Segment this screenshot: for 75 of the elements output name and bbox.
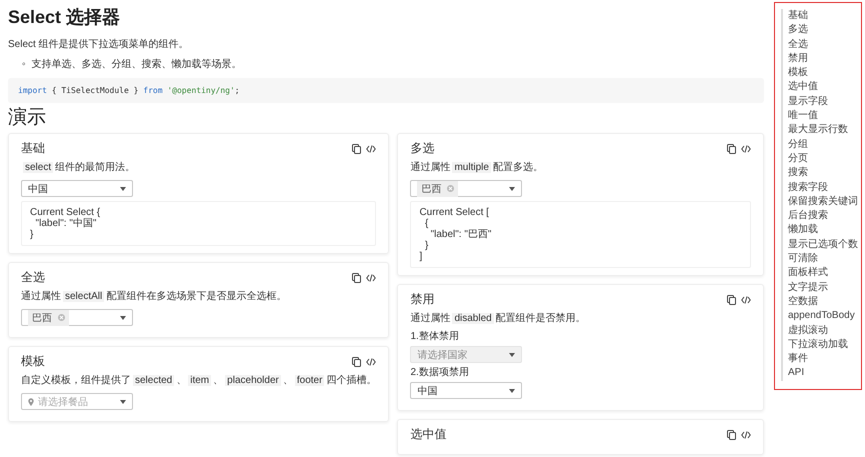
toc-link[interactable]: 保留搜索关键词 [788, 194, 859, 210]
caret-icon [120, 186, 126, 190]
bullet-text: 支持单选、多选、分组、搜索、懒加载等场景。 [32, 58, 242, 72]
caret-icon [509, 388, 516, 392]
page-title: Select 选择器 [8, 6, 122, 28]
toc-link[interactable]: 后台搜索 [788, 209, 859, 224]
card-title: 模板 [21, 353, 45, 370]
toc-link[interactable]: 文字提示 [788, 280, 859, 295]
card-title: 全选 [21, 269, 45, 286]
description-text: 通过属性 disabled 配置组件是否禁用。 [410, 312, 587, 326]
caret-icon [120, 400, 126, 404]
toc-link[interactable]: API [788, 366, 859, 381]
output-text: Current Select { "label": "中国" } [30, 207, 102, 240]
code-icon [366, 274, 376, 282]
toc-link[interactable]: 禁用 [788, 52, 859, 66]
selected-tag: 巴西 [28, 310, 69, 326]
toc-link[interactable]: appendToBody [788, 309, 859, 324]
card-title: 选中值 [410, 426, 446, 443]
caret-icon [120, 316, 126, 320]
section-heading: 演示 [8, 107, 47, 129]
card-title: 多选 [410, 140, 434, 157]
toc-link[interactable]: 分组 [788, 138, 859, 152]
description-text: 自定义模板，组件提供了 selected 、 item 、 placeholder 、 footer 四个插槽。 [21, 374, 376, 388]
toc-link[interactable]: 分页 [788, 152, 859, 166]
caret-icon [509, 186, 516, 190]
intro-text: Select 组件是提供下拉选项菜单的组件。 [8, 38, 190, 51]
code-icon [741, 430, 751, 438]
toc-link[interactable]: 搜索 [788, 166, 859, 181]
toc-link[interactable]: 选中值 [788, 80, 859, 95]
select-field[interactable]: 中国 [21, 180, 133, 197]
toc-link[interactable]: 事件 [788, 352, 859, 366]
select-field[interactable]: 中国 [410, 382, 522, 399]
toc-link[interactable]: 最大显示行数 [788, 123, 859, 138]
copy-icon [352, 144, 362, 154]
card-title: 禁用 [410, 291, 434, 308]
location-pin-icon [28, 398, 34, 406]
code-icon [366, 144, 376, 152]
card-title: 基础 [21, 140, 45, 157]
toc-link[interactable]: 显示已选项个数 [788, 238, 859, 252]
code-text: import { TiSelectModule } from '@opentiny/ng'; [18, 86, 240, 95]
toc-link[interactable]: 唯一值 [788, 109, 859, 124]
toc-link[interactable]: 面板样式 [788, 266, 859, 281]
copy-icon [352, 356, 362, 366]
toc-link[interactable]: 空数据 [788, 294, 859, 310]
select-field: 请选择国家 [410, 346, 522, 363]
field-label: 2.数据项禁用 [410, 367, 470, 379]
field-label: 1.整体禁用 [410, 331, 460, 343]
remove-icon [447, 185, 454, 192]
toc-link[interactable]: 模板 [788, 66, 859, 80]
toc-link[interactable]: 全选 [788, 38, 859, 52]
copy-icon [727, 144, 736, 154]
multi-select-field[interactable]: 巴西 [410, 180, 522, 197]
toc-link[interactable]: 显示字段 [788, 94, 859, 110]
output-text: Current Select [ { "label": "巴西" } ] [419, 207, 492, 262]
copy-icon [727, 294, 736, 304]
selected-tag: 巴西 [417, 180, 458, 196]
code-icon [366, 358, 376, 366]
toc-link[interactable]: 多选 [788, 23, 859, 38]
caret-icon [509, 352, 516, 356]
description-text: 通过属性 multiple 配置多选。 [410, 161, 544, 175]
toc-link[interactable]: 下拉滚动加载 [788, 338, 859, 352]
copy-icon [727, 430, 736, 440]
toc-link[interactable]: 虚拟滚动 [788, 324, 859, 338]
code-icon [741, 296, 751, 304]
copy-icon [352, 272, 362, 282]
toc-link[interactable]: 搜索字段 [788, 180, 859, 195]
toc-link[interactable]: 可清除 [788, 252, 859, 266]
toc-link[interactable]: 基础 [788, 9, 859, 24]
bullet-marker: ◦ [22, 58, 26, 72]
description-text: 通过属性 selectAll 配置组件在多选场景下是否显示全选框。 [21, 290, 288, 304]
multi-select-field[interactable]: 巴西 [21, 309, 133, 326]
code-icon [741, 144, 751, 152]
remove-icon [58, 314, 65, 321]
toc-link[interactable]: 懒加载 [788, 223, 859, 238]
description-text: select 组件的最简用法。 [22, 161, 136, 175]
